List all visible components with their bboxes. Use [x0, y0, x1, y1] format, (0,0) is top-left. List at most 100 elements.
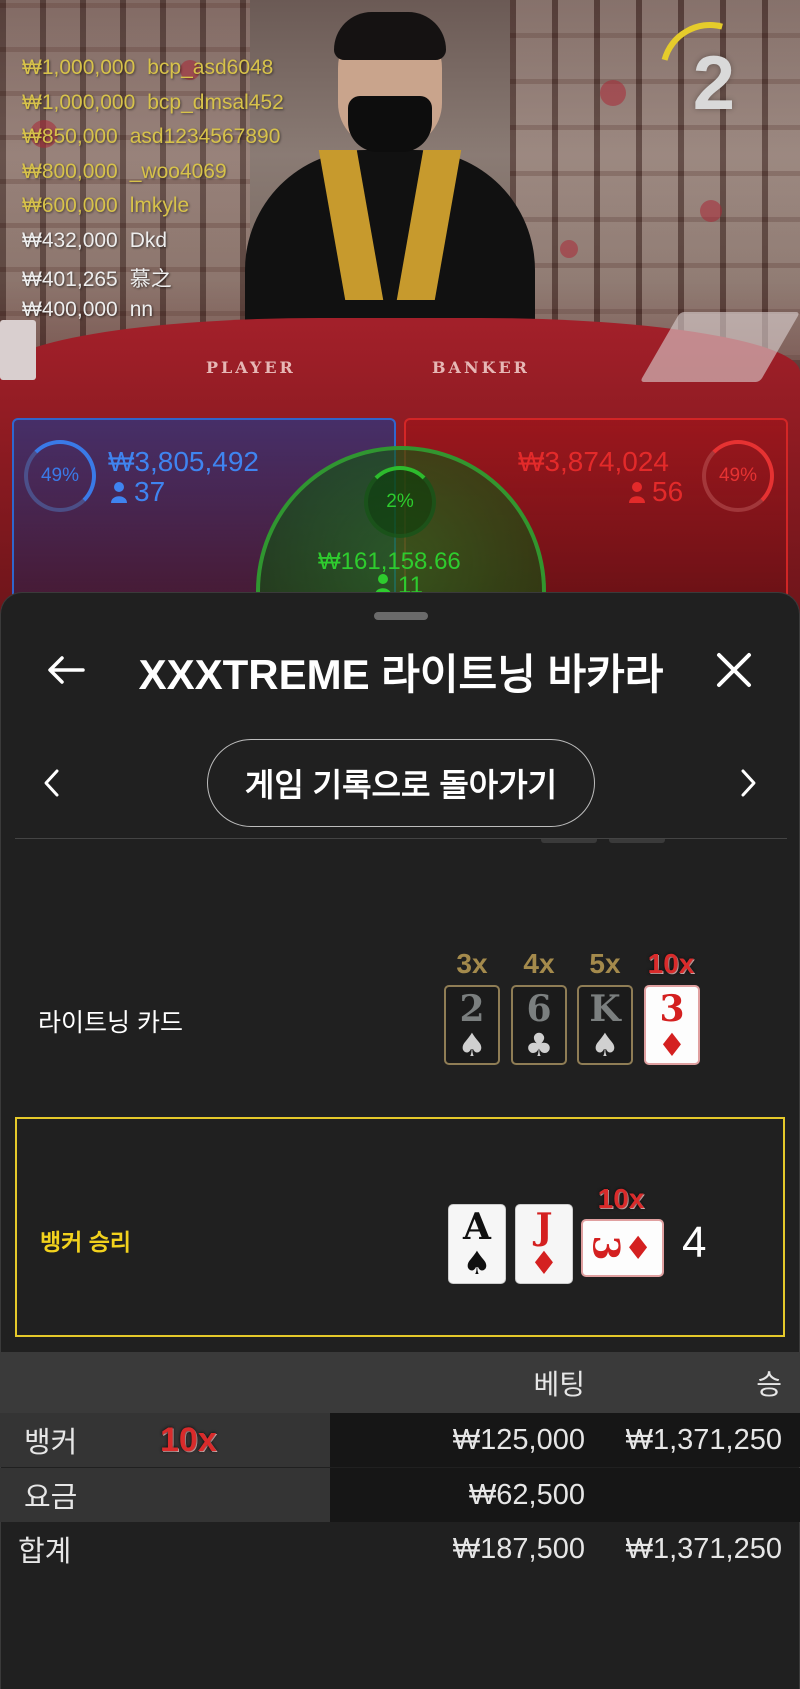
- lightning-card-highlighted: 3 ♦: [644, 985, 700, 1065]
- lightning-multiplier: 3x: [456, 948, 488, 979]
- lightning-multiplier: 4x: [523, 948, 555, 979]
- person-icon: [111, 482, 127, 503]
- winner-row: ₩1,000,000 bcp_asd6048: [22, 56, 284, 91]
- winner-row: ₩1,000,000 bcp_dmsal452: [22, 91, 284, 126]
- result-label: 뱅커 승리: [40, 1229, 132, 1255]
- card-rank: 2: [459, 988, 485, 1030]
- banker-third-card: 3 ♦: [581, 1219, 664, 1277]
- round-number: 2: [692, 41, 735, 126]
- player-count-value: 37: [134, 476, 166, 507]
- table-label-player: PLAYER: [206, 358, 296, 377]
- third-card-multiplier: 10x: [597, 1183, 645, 1214]
- winner-name: Dkd: [129, 228, 168, 252]
- winner-amount: ₩800,000: [22, 159, 118, 183]
- close-button[interactable]: [709, 645, 759, 695]
- table-row: 뱅커 10x ₩125,000 ₩1,371,250: [0, 1413, 800, 1467]
- winner-row: ₩600,000 lmkyle: [22, 194, 284, 229]
- winner-amount: ₩1,000,000: [22, 56, 136, 79]
- tab-indicator: [609, 839, 665, 843]
- banker-card: A ♠: [448, 1204, 506, 1284]
- diamond-icon: ♦: [657, 1026, 687, 1064]
- winner-amount: ₩600,000: [22, 194, 118, 217]
- table-row: 요금 ₩62,500: [0, 1468, 800, 1522]
- winner-amount: ₩400,000: [22, 297, 118, 321]
- winner-name: bcp_dmsal452: [147, 90, 284, 114]
- winner-amount: ₩401,265: [22, 268, 118, 291]
- close-icon: [717, 653, 751, 687]
- card-rank: 3: [584, 1235, 627, 1261]
- person-icon: [629, 482, 645, 503]
- winner-amount: ₩1,000,000: [22, 90, 136, 114]
- hand-score: 4: [682, 1218, 707, 1267]
- diamond-icon: ♦: [529, 1244, 559, 1282]
- winner-name: _woo4069: [129, 159, 227, 183]
- table-total-row: 합계 ₩187,500 ₩1,371,250: [0, 1522, 800, 1576]
- column-header-bet: 베팅: [533, 1368, 585, 1400]
- tie-percent-ring: 2%: [364, 466, 436, 538]
- previous-round-button[interactable]: [31, 755, 71, 811]
- blossom-decoration: [600, 80, 626, 106]
- winner-name: asd1234567890: [129, 125, 281, 148]
- back-to-history-button[interactable]: 게임 기록으로 돌아가기: [207, 739, 595, 827]
- chevron-right-icon: [741, 769, 756, 797]
- spade-icon: ♠: [590, 1026, 620, 1064]
- total-win: ₩1,371,250: [625, 1532, 782, 1565]
- lightning-multiplier: 10x: [647, 948, 695, 979]
- spade-icon: ♠: [462, 1244, 492, 1282]
- sheet-grabber[interactable]: [374, 612, 428, 620]
- lightning-card: 6 ♣: [511, 985, 567, 1065]
- winner-row: ₩850,000 asd1234567890: [22, 125, 284, 160]
- banker-total-amount: ₩3,874,024: [518, 446, 669, 477]
- card-rank: J: [535, 1206, 553, 1248]
- table-label-banker: BANKER: [432, 358, 530, 377]
- winner-row: ₩800,000 _woo4069: [22, 160, 284, 195]
- club-icon: ♣: [524, 1026, 554, 1064]
- player-count: 37: [110, 476, 165, 508]
- next-round-button[interactable]: [729, 755, 769, 811]
- winner-name: nn: [129, 297, 154, 321]
- card-rank: 6: [526, 988, 552, 1030]
- banker-count-value: 56: [652, 476, 684, 507]
- player-percent-ring: 49%: [24, 440, 96, 512]
- row-bet: ₩125,000: [452, 1423, 585, 1456]
- column-header-win: 승: [756, 1368, 782, 1400]
- lightning-cards-label: 라이트닝 카드: [38, 1009, 183, 1037]
- lightning-multiplier: 5x: [589, 948, 621, 979]
- blossom-decoration: [700, 200, 722, 222]
- dealer-hair: [334, 12, 446, 60]
- lightning-card: 2 ♠: [444, 985, 500, 1065]
- winner-row: ₩432,000 Dkd: [22, 229, 284, 264]
- banker-count: 56: [628, 476, 683, 508]
- winner-name: 慕之: [129, 268, 172, 291]
- row-bet: ₩62,500: [468, 1478, 585, 1511]
- winner-row: ₩400,000 nn: [22, 298, 284, 333]
- banker-card: J ♦: [515, 1204, 573, 1284]
- arrow-left-icon: [48, 656, 85, 684]
- back-button[interactable]: [41, 645, 91, 695]
- card-rank: 3: [659, 988, 685, 1030]
- diamond-icon: ♦: [623, 1229, 653, 1267]
- sheet-title: XXXTREME 라이트닝 바카라: [138, 651, 664, 698]
- chevron-left-icon: [44, 769, 59, 797]
- summary-table-header: 베팅 승: [0, 1352, 800, 1413]
- winner-amount: ₩850,000: [22, 125, 118, 148]
- lightning-card: K ♠: [577, 985, 633, 1065]
- tab-indicator: [541, 839, 597, 843]
- total-bet: ₩187,500: [452, 1532, 585, 1565]
- winner-row: ₩401,265 慕之: [22, 263, 284, 298]
- app-root: PLAYER BANKER 2 ₩1,000,000 bcp_asd6048 ₩1…: [0, 0, 800, 1689]
- header-divider: [15, 838, 787, 839]
- spade-icon: ♠: [457, 1026, 487, 1064]
- card-rank: A: [463, 1206, 491, 1248]
- dealer-mask: [348, 96, 432, 152]
- winner-amount: ₩432,000: [22, 228, 118, 252]
- player-total-amount: ₩3,805,492: [108, 446, 259, 477]
- row-win: ₩1,371,250: [625, 1423, 782, 1456]
- winner-name: lmkyle: [129, 194, 190, 217]
- winner-name: bcp_asd6048: [147, 56, 274, 79]
- row-multiplier: 10x: [160, 1421, 217, 1459]
- row-label: 요금: [0, 1468, 330, 1522]
- total-label: 합계: [18, 1536, 72, 1568]
- winners-list: ₩1,000,000 bcp_asd6048 ₩1,000,000 bcp_dmsa…: [22, 56, 284, 332]
- blossom-decoration: [560, 240, 578, 258]
